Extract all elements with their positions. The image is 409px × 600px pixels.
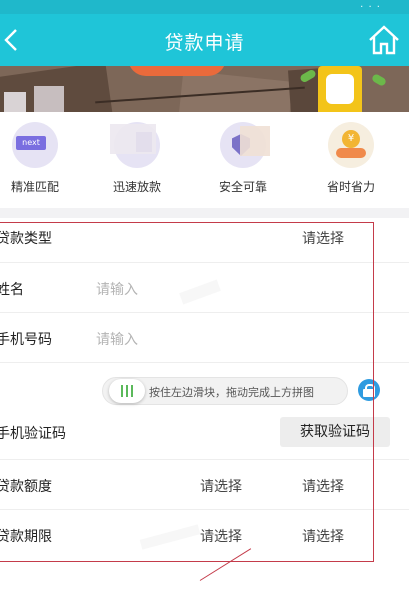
phone-input[interactable]: 请输入 (96, 329, 138, 349)
loan-amount-select-2[interactable]: 请选择 (302, 476, 344, 496)
home-icon[interactable] (367, 24, 401, 56)
coin-hand-icon: ¥ (328, 122, 374, 168)
sms-code-label: 手机验证码 (0, 426, 66, 442)
name-label: 姓名 (0, 282, 24, 298)
loan-type-row[interactable]: 贷款类型 请选择 (0, 218, 409, 263)
loan-type-select[interactable]: 请选择 (302, 228, 344, 248)
loan-amount-select-1[interactable]: 请选择 (200, 476, 242, 496)
feature-label: 迅速放款 (112, 180, 161, 194)
next-icon-tag: next (16, 136, 46, 150)
grip-icon (121, 385, 133, 397)
loan-amount-label: 贷款额度 (0, 479, 52, 495)
phone-label: 手机号码 (0, 332, 52, 348)
slider-hint: 按住左边滑块，拖动完成上方拼图 (149, 386, 314, 399)
feature-label: 精准匹配 (10, 180, 59, 194)
next-icon: next (12, 122, 58, 168)
feature-label: 省时省力 (326, 180, 375, 194)
status-dots: · · · (360, 2, 381, 13)
loan-type-label: 贷款类型 (0, 231, 52, 247)
loan-term-row: 贷款期限 请选择 请选择 (0, 510, 409, 562)
captcha-slider[interactable]: 按住左边滑块，拖动完成上方拼图 (102, 377, 348, 405)
coin-icon: ¥ (342, 130, 360, 148)
loan-form: 贷款类型 请选择 姓名 请输入 手机号码 请输入 按住左边滑块，拖动完成上方拼图… (0, 218, 409, 600)
status-bar: · · · (0, 0, 409, 14)
phone-row: 手机号码 请输入 (0, 313, 409, 363)
page-title: 贷款申请 (164, 32, 245, 54)
feature-save-time: ¥ 省时省力 (306, 122, 396, 206)
loan-term-select-1[interactable]: 请选择 (200, 526, 242, 546)
section-divider (0, 208, 409, 218)
loan-amount-row: 贷款额度 请选择 请选择 (0, 460, 409, 510)
slider-handle[interactable] (109, 379, 145, 403)
name-input[interactable]: 请输入 (96, 279, 138, 299)
loan-term-select-2[interactable]: 请选择 (302, 526, 344, 546)
loan-term-label: 贷款期限 (0, 529, 52, 545)
nav-bar: 贷款申请 (0, 14, 409, 66)
chevron-left-icon[interactable] (2, 26, 22, 54)
lock-icon[interactable] (358, 379, 380, 401)
feature-strip: next 精准匹配 迅速放款 安全可靠 ¥ 省时省力 (0, 112, 409, 208)
feature-label: 安全可靠 (218, 180, 267, 194)
sms-code-row: 按住左边滑块，拖动完成上方拼图 手机验证码 获取验证码 (0, 363, 409, 460)
get-code-button[interactable]: 获取验证码 (280, 417, 390, 447)
feature-precise-match: next 精准匹配 (0, 122, 80, 206)
